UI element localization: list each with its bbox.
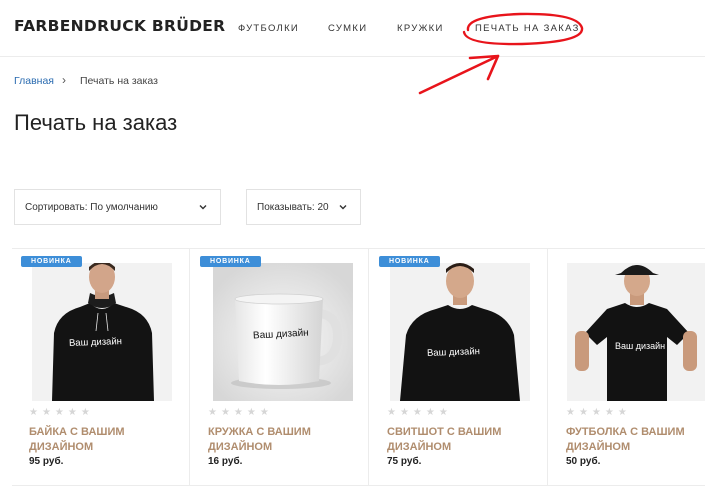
product-name[interactable]: КРУЖКА С ВАШИМ ДИЗАЙНОМ — [208, 425, 363, 455]
breadcrumb: Главная › Печать на заказ — [14, 73, 158, 87]
nav-item-mugs[interactable]: кружки — [397, 23, 444, 34]
chevron-right-icon: › — [62, 73, 66, 87]
per-page-select-label: Показывать: 20 — [257, 201, 329, 213]
new-badge: НОВИНКА — [379, 256, 440, 267]
product-price: 75 руб. — [387, 456, 422, 467]
product-image[interactable]: Ваш дизайн — [390, 263, 530, 401]
product-name[interactable]: СВИТШОТ С ВАШИМ ДИЗАЙНОМ — [387, 425, 542, 455]
nav-item-bags[interactable]: сумки — [328, 23, 367, 34]
product-name[interactable]: ФУТБОЛКА С ВАШИМ ДИЗАЙНОМ — [566, 425, 704, 455]
product-price: 16 руб. — [208, 456, 243, 467]
site-logo[interactable]: FARBENDRUCK BRÜDER — [14, 17, 225, 35]
new-badge: НОВИНКА — [200, 256, 261, 267]
rating-stars-icon: ★★★★★ — [208, 407, 273, 418]
product-image[interactable]: Ваш дизайн — [567, 263, 705, 401]
product-price: 50 руб. — [566, 456, 601, 467]
chevron-down-icon — [199, 205, 207, 210]
chevron-down-icon — [339, 205, 347, 210]
rating-stars-icon: ★★★★★ — [29, 407, 94, 418]
page-title: Печать на заказ — [14, 110, 178, 135]
per-page-select[interactable]: Показывать: 20 — [246, 189, 361, 225]
breadcrumb-home-link[interactable]: Главная — [14, 75, 54, 87]
site-header: FARBENDRUCK BRÜDER футболки сумки кружки… — [0, 0, 705, 57]
product-image[interactable]: Ваш дизайн — [32, 263, 172, 401]
product-card[interactable]: Ваш дизайн НОВИНКА ★★★★★ БАЙКА С ВАШИМ Д… — [12, 249, 190, 485]
product-card[interactable]: Ваш дизайн НОВИНКА ★★★★★ СВИТШОТ С ВАШИМ… — [370, 249, 548, 485]
product-card[interactable]: Ваш дизайн ★★★★★ ФУТБОЛКА С ВАШИМ ДИЗАЙН… — [549, 249, 705, 485]
design-placeholder-text: Ваш дизайн — [68, 336, 123, 349]
nav-item-tshirts[interactable]: футболки — [238, 23, 299, 34]
product-grid: Ваш дизайн НОВИНКА ★★★★★ БАЙКА С ВАШИМ Д… — [12, 248, 705, 486]
sort-select[interactable]: Сортировать: По умолчанию — [14, 189, 221, 225]
design-placeholder-text: Ваш дизайн — [426, 346, 481, 359]
new-badge: НОВИНКА — [21, 256, 82, 267]
sort-select-label: Сортировать: По умолчанию — [25, 201, 158, 213]
product-name[interactable]: БАЙКА С ВАШИМ ДИЗАЙНОМ — [29, 425, 184, 455]
nav-item-custom-print[interactable]: печать на заказ — [475, 23, 580, 34]
annotation-arrow — [418, 54, 500, 95]
product-price: 95 руб. — [29, 456, 64, 467]
breadcrumb-current: Печать на заказ — [80, 75, 158, 87]
product-image[interactable]: Ваш дизайн — [213, 263, 353, 401]
rating-stars-icon: ★★★★★ — [566, 407, 631, 418]
design-placeholder-text: Ваш дизайн — [615, 341, 666, 351]
product-card[interactable]: Ваш дизайн НОВИНКА ★★★★★ КРУЖКА С ВАШИМ … — [191, 249, 369, 485]
rating-stars-icon: ★★★★★ — [387, 407, 452, 418]
